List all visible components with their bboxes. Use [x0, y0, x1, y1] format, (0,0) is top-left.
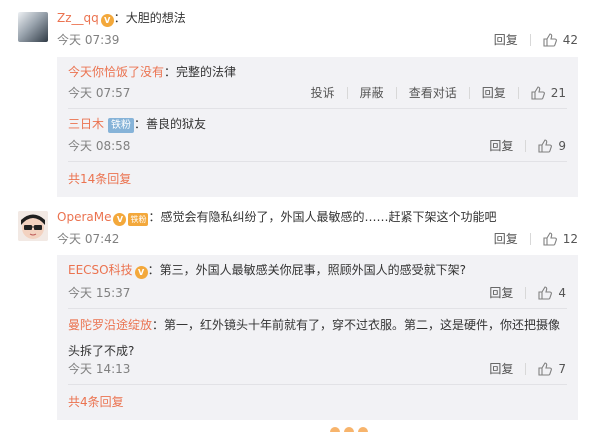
- reply: 曼陀罗沿途绽放：第一，红外镜头十年前就有了，穿不过衣服。第二，这是硬件，你还把摄…: [68, 312, 568, 364]
- timestamp: 今天 07:42: [57, 232, 120, 246]
- view-more-replies-link[interactable]: 共14条回复: [68, 171, 131, 187]
- like-button[interactable]: 4: [538, 285, 566, 301]
- reply-text: ：第三，外国人最敏感关你屁事，照顾外国人的感受就下架?: [147, 263, 466, 277]
- like-count: 4: [558, 286, 566, 300]
- reply: 今天你恰饭了没有：完整的法律: [68, 63, 236, 81]
- divider: [517, 87, 519, 99]
- divider: [395, 87, 397, 99]
- timestamp: 今天 14:13: [68, 362, 131, 376]
- timestamp: 今天 08:58: [68, 139, 131, 153]
- like-button[interactable]: 42: [543, 32, 578, 48]
- fan-badge: 铁粉: [128, 213, 149, 226]
- username[interactable]: 三日木: [68, 117, 104, 131]
- timestamp: 今天 07:39: [57, 33, 120, 47]
- reply-box: EECSO科技 V ：第三，外国人最敏感关你屁事，照顾外国人的感受就下架? 今天 1…: [57, 255, 578, 420]
- reply-box: 今天你恰饭了没有：完整的法律 今天 07:57 投诉 屏蔽 查看对话 回复 21…: [57, 57, 578, 197]
- reply: EECSO科技 V ：第三，外国人最敏感关你屁事，照顾外国人的感受就下架?: [68, 261, 466, 279]
- reply-button[interactable]: 回复: [494, 32, 518, 48]
- reply-button[interactable]: 回复: [489, 138, 513, 154]
- fan-badge: 铁粉: [108, 118, 135, 133]
- divider: [468, 87, 470, 99]
- username[interactable]: EECSO科技: [68, 263, 133, 277]
- thumbs-up-icon: [538, 286, 553, 300]
- thumbs-up-icon: [538, 139, 553, 153]
- loading-dot: [330, 427, 340, 432]
- reply-button[interactable]: 回复: [489, 361, 513, 377]
- username[interactable]: OperaMe: [57, 210, 111, 224]
- comment-text: ：感觉会有隐私纠纷了，外国人最敏感的……赶紧下架这个功能吧: [148, 210, 497, 224]
- reply-button[interactable]: 回复: [489, 285, 513, 301]
- loading-dot: [344, 427, 354, 432]
- reply-text: ：完整的法律: [164, 65, 237, 79]
- report-button[interactable]: 投诉: [311, 85, 335, 101]
- thumbs-up-icon: [543, 33, 557, 47]
- thumbs-up-icon: [531, 86, 545, 100]
- like-button[interactable]: 21: [531, 85, 566, 101]
- like-button[interactable]: 7: [538, 361, 566, 377]
- like-count: 9: [558, 139, 566, 153]
- username[interactable]: 曼陀罗沿途绽放: [68, 318, 152, 332]
- verified-badge: V: [100, 14, 114, 27]
- username[interactable]: Zz__qq: [57, 11, 99, 25]
- username[interactable]: 今天你恰饭了没有: [68, 65, 164, 79]
- verified-badge: V: [113, 213, 127, 226]
- reply-text: ：第一，红外镜头十年前就有了，穿不过衣服。第二，这是硬件，你还把摄像: [152, 318, 561, 332]
- like-button[interactable]: 9: [538, 138, 566, 154]
- block-button[interactable]: 屏蔽: [360, 85, 384, 101]
- avatar-image: [18, 211, 48, 241]
- like-count: 21: [550, 86, 566, 100]
- loading-dot: [358, 427, 368, 432]
- divider: [346, 87, 348, 99]
- avatar[interactable]: [18, 12, 48, 42]
- reply: 三日木 铁粉 ：善良的狱友: [68, 115, 206, 133]
- like-count: 7: [558, 362, 566, 376]
- timestamp: 今天 07:57: [68, 86, 131, 100]
- divider: [529, 34, 531, 46]
- divider: [525, 140, 527, 152]
- divider: [68, 308, 567, 309]
- divider: [529, 233, 531, 245]
- loading-indicator: [330, 427, 372, 432]
- like-button[interactable]: 12: [543, 231, 578, 247]
- avatar[interactable]: [18, 211, 48, 241]
- comment-text: ：大胆的想法: [113, 11, 186, 25]
- divider: [68, 384, 567, 385]
- reply-button[interactable]: 回复: [482, 85, 506, 101]
- divider: [525, 287, 527, 299]
- divider: [525, 363, 527, 375]
- view-conversation-button[interactable]: 查看对话: [409, 85, 457, 101]
- reply-button[interactable]: 回复: [494, 231, 518, 247]
- like-count: 42: [562, 33, 578, 47]
- timestamp: 今天 15:37: [68, 286, 131, 300]
- view-more-replies-link[interactable]: 共4条回复: [68, 394, 124, 410]
- verified-badge: V: [134, 266, 148, 279]
- like-count: 12: [562, 232, 578, 246]
- divider: [68, 108, 567, 109]
- divider: [68, 161, 567, 162]
- reply-text: ：善良的狱友: [134, 117, 207, 131]
- thumbs-up-icon: [543, 232, 557, 246]
- thumbs-up-icon: [538, 362, 553, 376]
